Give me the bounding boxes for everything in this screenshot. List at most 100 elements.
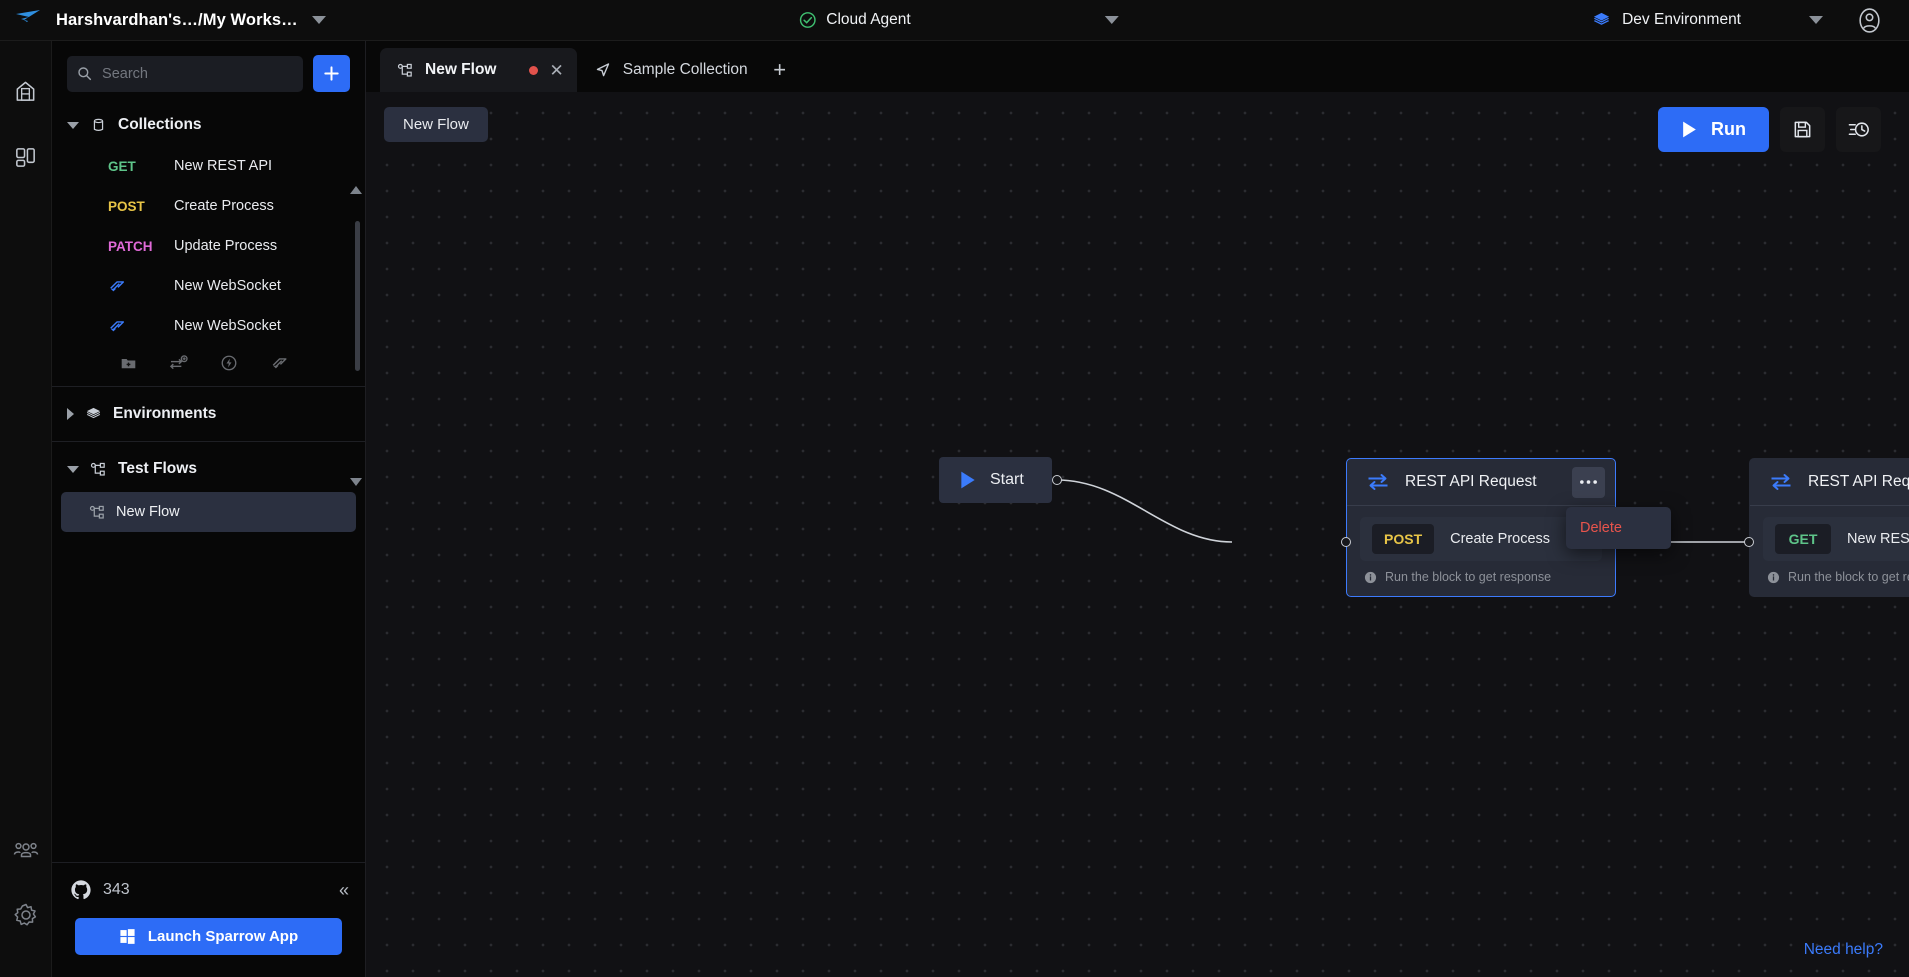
flow-node-rest-api-request-2[interactable]: REST API Request GET New REST xyxy=(1749,458,1909,597)
collections-list: GET New REST API POST Create Process PAT… xyxy=(52,146,365,346)
collapse-sidebar-icon[interactable]: « xyxy=(339,880,349,901)
node-footer: Run the block to get response xyxy=(1763,561,1909,586)
request-plus-icon xyxy=(169,354,188,369)
environment-label: Dev Environment xyxy=(1622,11,1741,28)
section-collections-header[interactable]: Collections xyxy=(52,104,365,146)
rail-item-settings[interactable] xyxy=(6,893,46,937)
tab-label: Sample Collection xyxy=(622,61,748,78)
new-tab-button[interactable]: + xyxy=(761,48,799,92)
swap-arrows-icon xyxy=(1368,474,1388,490)
top-bar: Harshvardhan's…/My Works… Cloud Agent De… xyxy=(0,0,1909,41)
tab-new-flow[interactable]: New Flow ✕ xyxy=(380,48,577,92)
app-logo[interactable] xyxy=(0,9,56,31)
flow-canvas[interactable]: New Flow Run Start REST API Request POST… xyxy=(366,92,1909,977)
environment-chevron-down-icon[interactable] xyxy=(1809,16,1823,24)
collection-item-post-create-process[interactable]: POST Create Process xyxy=(52,186,365,226)
websocket-icon-slot xyxy=(108,317,162,335)
node-2-input-port[interactable] xyxy=(1744,537,1754,547)
workspace-name: Harshvardhan's…/My Works… xyxy=(56,10,298,29)
node-body: GET New REST API Run the block to get re… xyxy=(1750,506,1909,596)
sidebar-footer: 343 « Launch Sparrow App xyxy=(52,862,365,977)
node-menu-button[interactable] xyxy=(1572,466,1605,498)
people-team-icon xyxy=(13,842,38,858)
test-flow-item-new-flow[interactable]: New Flow xyxy=(61,492,356,532)
rail-item-workspaces[interactable] xyxy=(6,135,46,179)
flow-node-start[interactable]: Start xyxy=(939,457,1052,503)
layers-icon xyxy=(86,407,101,418)
section-test-flows-header[interactable]: Test Flows xyxy=(52,448,365,490)
add-socketio-icon[interactable] xyxy=(220,354,238,372)
rail-item-home[interactable] xyxy=(6,69,46,113)
agent-chevron-down-icon[interactable] xyxy=(1104,16,1119,24)
folder-plus-icon xyxy=(121,358,136,368)
sidebar-scroll-down-arrow[interactable] xyxy=(350,478,362,486)
github-star-count: 343 xyxy=(103,881,130,898)
collection-item-new-websocket-2[interactable]: New WebSocket xyxy=(52,306,365,346)
websocket-icon xyxy=(110,281,125,292)
close-icon[interactable]: ✕ xyxy=(549,62,563,79)
search-box[interactable] xyxy=(67,55,303,92)
sidebar-search-row xyxy=(52,41,365,104)
method-badge: POST xyxy=(108,198,145,214)
main-area: New Flow ✕ Sample Collection + New Flow xyxy=(366,41,1909,977)
websocket-icon-slot xyxy=(108,277,162,295)
sparrow-bird-logo xyxy=(16,10,40,30)
cloud-agent-selector[interactable]: Cloud Agent xyxy=(790,7,918,33)
add-folder-icon[interactable] xyxy=(120,355,137,372)
sidebar-scroll-up-arrow[interactable] xyxy=(350,186,362,194)
node-1-input-port[interactable] xyxy=(1341,537,1351,547)
ellipsis-icon xyxy=(1580,480,1597,484)
context-menu-delete[interactable]: Delete xyxy=(1566,517,1671,539)
request-name: New REST API xyxy=(174,158,273,174)
chevron-right-icon[interactable] xyxy=(67,408,74,420)
history-clock-icon xyxy=(1848,122,1869,137)
history-button[interactable] xyxy=(1836,107,1881,152)
user-account-icon xyxy=(1858,7,1880,33)
sidebar-scrollbar[interactable] xyxy=(355,221,360,371)
flow-nodes-icon xyxy=(90,462,105,476)
request-name: New WebSocket xyxy=(174,318,281,334)
section-environments-header[interactable]: Environments xyxy=(52,393,365,435)
save-button[interactable] xyxy=(1780,107,1825,152)
request-name: Update Process xyxy=(174,238,278,254)
node-request-row[interactable]: GET New REST API xyxy=(1763,517,1909,561)
flow-nodes-icon xyxy=(89,505,104,519)
environment-selector[interactable]: Dev Environment xyxy=(1584,7,1749,34)
collection-item-get-new-rest-api[interactable]: GET New REST API xyxy=(52,146,365,186)
info-icon xyxy=(1767,571,1780,583)
start-node-label: Start xyxy=(990,471,1024,488)
need-help-link[interactable]: Need help? xyxy=(1804,941,1883,959)
section-environments-title: Environments xyxy=(113,405,217,422)
search-input[interactable] xyxy=(102,65,293,82)
canvas-flow-name-chip: New Flow xyxy=(384,107,488,142)
workspace-breadcrumb[interactable]: Harshvardhan's…/My Works… xyxy=(56,11,326,30)
rail-item-team[interactable] xyxy=(6,827,46,871)
chevron-down-icon[interactable] xyxy=(67,465,79,473)
add-websocket-icon[interactable] xyxy=(270,354,289,372)
collection-item-new-websocket-1[interactable]: New WebSocket xyxy=(52,266,365,306)
chevron-down-icon[interactable] xyxy=(67,121,79,129)
tab-sample-collection[interactable]: Sample Collection xyxy=(577,48,761,92)
github-stars-row[interactable]: 343 « xyxy=(70,879,349,901)
collection-item-patch-update-process[interactable]: PATCH Update Process xyxy=(52,226,365,266)
node-context-menu[interactable]: Delete xyxy=(1566,507,1671,549)
node-header: REST API Request xyxy=(1347,459,1615,506)
play-icon xyxy=(961,471,975,489)
start-output-port[interactable] xyxy=(1052,475,1062,485)
account-button[interactable] xyxy=(1851,2,1887,38)
method-badge: POST xyxy=(1372,524,1435,554)
launch-sparrow-app-button[interactable]: Launch Sparrow App xyxy=(75,918,342,955)
request-name: Create Process xyxy=(1450,531,1551,547)
section-test-flows-title: Test Flows xyxy=(118,460,197,477)
add-request-icon[interactable] xyxy=(169,354,188,372)
chevron-down-icon[interactable] xyxy=(311,16,326,24)
node-footer-text: Run the block to get response xyxy=(1788,570,1909,584)
check-circle-icon xyxy=(799,12,816,28)
flow-nodes-icon xyxy=(397,63,412,77)
body: Collections GET New REST API POST Create… xyxy=(0,41,1909,977)
run-button[interactable]: Run xyxy=(1658,107,1769,152)
layers-icon xyxy=(1594,12,1610,25)
add-new-button[interactable] xyxy=(313,55,350,92)
plus-icon xyxy=(324,66,339,81)
